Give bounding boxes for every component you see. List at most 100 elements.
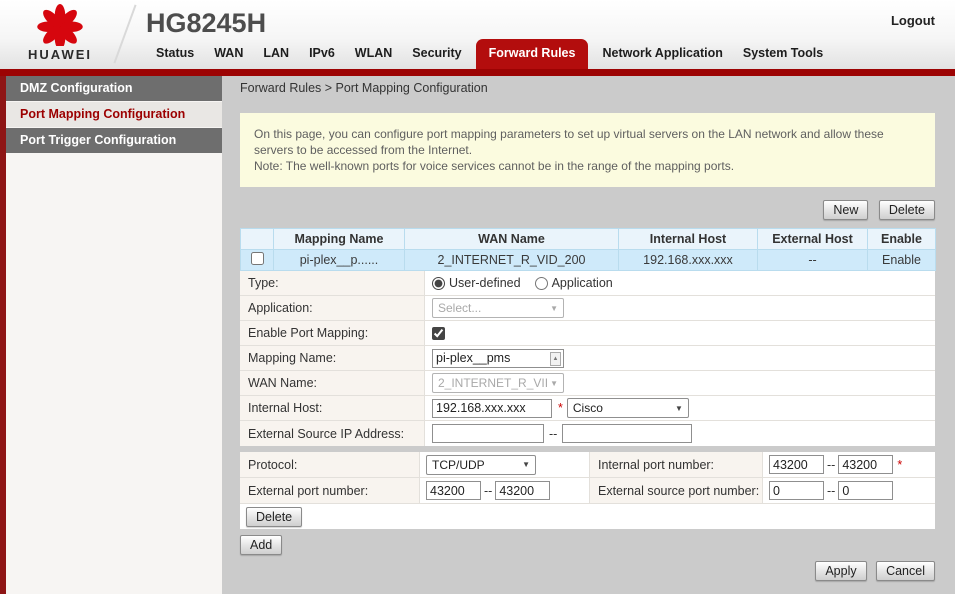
- cell-mapping-name: pi-plex__p......: [274, 250, 405, 271]
- form-field-external-port: --: [420, 478, 590, 503]
- form-field-internal-host: * Cisco ▼: [425, 396, 935, 420]
- cancel-button[interactable]: Cancel: [876, 561, 935, 581]
- external-source-ip-from-input[interactable]: [432, 424, 544, 443]
- form-field-internal-port: -- *: [763, 452, 935, 477]
- delete-protocol-button[interactable]: Delete: [246, 507, 302, 527]
- nav-tab-system-tools[interactable]: System Tools: [733, 39, 833, 69]
- external-port-to-input[interactable]: [495, 481, 550, 500]
- nav-tab-status[interactable]: Status: [146, 39, 204, 69]
- new-button[interactable]: New: [823, 200, 868, 220]
- main-nav: Status WAN LAN IPv6 WLAN Security Forwar…: [146, 39, 833, 69]
- form-label-external-source-ip: External Source IP Address:: [240, 421, 425, 446]
- form-label-mapping-name: Mapping Name:: [240, 346, 425, 370]
- radio-application-label: Application: [552, 276, 613, 290]
- form-field-external-source-ip: --: [425, 421, 935, 446]
- external-port-from-input[interactable]: [426, 481, 481, 500]
- content-area: Forward Rules > Port Mapping Configurati…: [222, 76, 955, 594]
- page-title: HG8245H: [146, 8, 266, 39]
- cell-internal-host: 192.168.xxx.xxx: [619, 250, 758, 271]
- radio-application[interactable]: [535, 277, 548, 290]
- nav-tab-wlan[interactable]: WLAN: [345, 39, 403, 69]
- external-source-port-to-input[interactable]: [838, 481, 893, 500]
- form-field-application: Select... ▼: [425, 296, 935, 320]
- wan-name-select-value: 2_INTERNET_R_VII: [438, 376, 548, 390]
- add-button[interactable]: Add: [240, 535, 282, 555]
- nav-tab-wan[interactable]: WAN: [204, 39, 253, 69]
- nav-tab-forward-rules[interactable]: Forward Rules: [476, 39, 589, 69]
- application-select-value: Select...: [438, 301, 481, 315]
- form-field-protocol: TCP/UDP ▼: [420, 452, 590, 477]
- table-header-wan-name: WAN Name: [405, 229, 619, 250]
- sidebar-item-port-mapping-configuration[interactable]: Port Mapping Configuration: [6, 102, 222, 127]
- delete-button[interactable]: Delete: [879, 200, 935, 220]
- nav-tab-lan[interactable]: LAN: [253, 39, 299, 69]
- sidebar-item-port-trigger-configuration[interactable]: Port Trigger Configuration: [6, 128, 222, 153]
- range-separator: --: [827, 458, 835, 472]
- header-divider: [113, 5, 136, 64]
- cell-select: [241, 250, 274, 271]
- form-row-enable-port-mapping: Enable Port Mapping:: [240, 321, 935, 346]
- sidebar-item-dmz-configuration[interactable]: DMZ Configuration: [6, 76, 222, 101]
- spinner-icon[interactable]: ▲: [550, 352, 561, 366]
- brand-label: HUAWEI: [16, 47, 104, 62]
- mapping-name-input[interactable]: [432, 349, 564, 368]
- form-row-internal-host: Internal Host: * Cisco ▼: [240, 396, 935, 421]
- radio-user-defined-label: User-defined: [449, 276, 521, 290]
- required-asterisk: *: [897, 458, 902, 472]
- port-mapping-form: Type: User-defined Application Applicati…: [240, 271, 935, 446]
- internal-host-device-select[interactable]: Cisco ▼: [567, 398, 689, 418]
- chevron-down-icon: ▼: [550, 379, 558, 388]
- table-header-mapping-name: Mapping Name: [274, 229, 405, 250]
- protocol-row-1: Protocol: TCP/UDP ▼ Internal port number…: [240, 452, 935, 478]
- protocol-select[interactable]: TCP/UDP ▼: [426, 455, 536, 475]
- table-header-row: Mapping Name WAN Name Internal Host Exte…: [241, 229, 936, 250]
- external-source-ip-to-input[interactable]: [562, 424, 692, 443]
- nav-tab-ipv6[interactable]: IPv6: [299, 39, 345, 69]
- form-label-type: Type:: [240, 271, 425, 295]
- internal-host-input[interactable]: [432, 399, 552, 418]
- form-field-type: User-defined Application: [425, 271, 935, 295]
- table-row[interactable]: pi-plex__p...... 2_INTERNET_R_VID_200 19…: [241, 250, 936, 271]
- sidebar: DMZ Configuration Port Mapping Configura…: [0, 76, 222, 594]
- internal-port-from-input[interactable]: [769, 455, 824, 474]
- port-mapping-table: Mapping Name WAN Name Internal Host Exte…: [240, 228, 936, 271]
- logout-button[interactable]: Logout: [891, 13, 935, 28]
- internal-host-device-value: Cisco: [573, 401, 603, 415]
- table-header-internal-host: Internal Host: [619, 229, 758, 250]
- header-accent-bar: [0, 69, 955, 76]
- form-field-mapping-name: ▲: [425, 346, 935, 370]
- nav-tab-security[interactable]: Security: [402, 39, 471, 69]
- form-label-enable-port-mapping: Enable Port Mapping:: [240, 321, 425, 345]
- header: HUAWEI HG8245H Logout Status WAN LAN IPv…: [0, 0, 955, 69]
- internal-port-to-input[interactable]: [838, 455, 893, 474]
- cell-enable: Enable: [868, 250, 936, 271]
- chevron-down-icon: ▼: [550, 304, 558, 313]
- range-separator: --: [549, 427, 557, 441]
- table-header-external-host: External Host: [758, 229, 868, 250]
- external-source-port-from-input[interactable]: [769, 481, 824, 500]
- range-separator: --: [827, 484, 835, 498]
- wan-name-select[interactable]: 2_INTERNET_R_VII ▼: [432, 373, 564, 393]
- form-row-external-source-ip: External Source IP Address: --: [240, 421, 935, 446]
- info-line-2: Note: The well-known ports for voice ser…: [254, 158, 921, 174]
- breadcrumb: Forward Rules > Port Mapping Configurati…: [222, 76, 955, 101]
- form-field-enable-port-mapping: [425, 321, 935, 345]
- required-asterisk: *: [558, 401, 563, 415]
- row-select-checkbox[interactable]: [251, 252, 264, 265]
- range-separator: --: [484, 484, 492, 498]
- radio-user-defined[interactable]: [432, 277, 445, 290]
- chevron-down-icon: ▼: [675, 404, 683, 413]
- huawei-flower-icon: [37, 4, 83, 46]
- enable-port-mapping-checkbox[interactable]: [432, 327, 445, 340]
- sidebar-accent-strip: [0, 76, 6, 594]
- cell-wan-name: 2_INTERNET_R_VID_200: [405, 250, 619, 271]
- protocol-row-2: External port number: -- External source…: [240, 478, 935, 504]
- form-row-application: Application: Select... ▼: [240, 296, 935, 321]
- application-select[interactable]: Select... ▼: [432, 298, 564, 318]
- apply-button[interactable]: Apply: [815, 561, 866, 581]
- huawei-logo: HUAWEI: [16, 2, 104, 66]
- cell-external-host: --: [758, 250, 868, 271]
- nav-tab-network-application[interactable]: Network Application: [592, 39, 732, 69]
- form-label-internal-host: Internal Host:: [240, 396, 425, 420]
- form-label-internal-port: Internal port number:: [590, 452, 763, 477]
